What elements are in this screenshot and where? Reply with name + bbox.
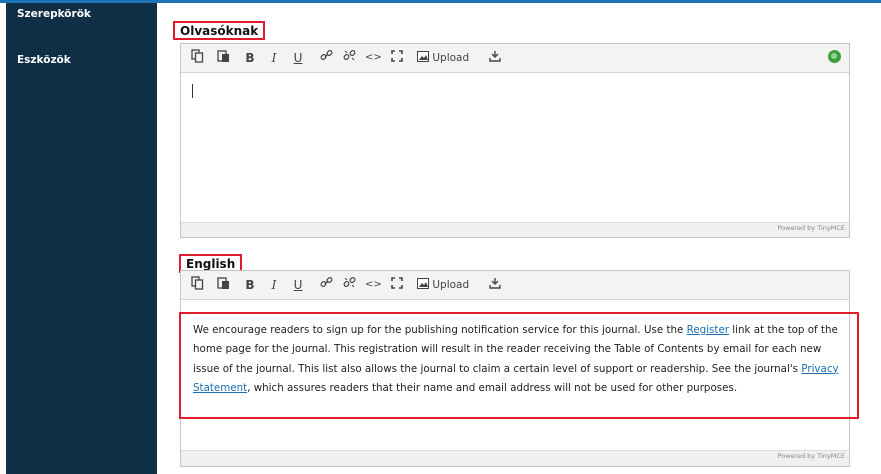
editor-content-area[interactable] xyxy=(181,73,849,222)
italic-button[interactable]: I xyxy=(267,276,281,294)
editor-statusbar: Powered by TinyMCE xyxy=(181,222,849,237)
main-content: Olvasóknak B I U <> Upload Powered by Ti… xyxy=(171,3,881,474)
paste-icon[interactable] xyxy=(215,49,231,67)
sidebar-item-roles[interactable]: Szerepkörök xyxy=(17,8,91,20)
download-icon[interactable] xyxy=(487,276,503,294)
bold-button[interactable]: B xyxy=(243,276,257,294)
editor-text-highlighted: We encourage readers to sign up for the … xyxy=(179,312,859,419)
content-text-3: , which assures readers that their name … xyxy=(247,381,738,394)
source-code-button[interactable]: <> xyxy=(365,49,382,67)
link-icon[interactable] xyxy=(318,276,334,294)
status-ok-icon xyxy=(828,50,841,63)
underline-button[interactable]: U xyxy=(291,49,305,67)
download-icon[interactable] xyxy=(487,49,503,67)
upload-button[interactable]: Upload xyxy=(417,276,479,294)
copy-icon[interactable] xyxy=(189,49,205,67)
italic-button[interactable]: I xyxy=(267,49,281,67)
link-icon[interactable] xyxy=(318,49,334,67)
bold-button[interactable]: B xyxy=(243,49,257,67)
underline-button[interactable]: U xyxy=(291,276,305,294)
register-link[interactable]: Register xyxy=(687,324,729,336)
copy-icon[interactable] xyxy=(189,276,205,294)
editor-content-area[interactable]: We encourage readers to sign up for the … xyxy=(179,300,859,450)
text-cursor xyxy=(192,84,193,98)
paste-icon[interactable] xyxy=(215,276,231,294)
sidebar-item-tools[interactable]: Eszközök xyxy=(17,54,71,66)
editor-toolbar: B I U <> Upload xyxy=(181,271,849,300)
rich-text-editor-2: B I U <> Upload We encourage readers to … xyxy=(179,270,859,467)
upload-label: Upload xyxy=(432,52,470,64)
language-label-olvasoknak: Olvasóknak xyxy=(173,21,266,40)
fullscreen-icon[interactable] xyxy=(389,276,405,294)
editor-toolbar: B I U <> Upload xyxy=(181,44,849,73)
fullscreen-icon[interactable] xyxy=(389,49,405,67)
powered-by-label: Powered by TinyMCE xyxy=(777,224,845,232)
rich-text-editor-1: B I U <> Upload Powered by TinyMCE xyxy=(180,43,850,238)
powered-by-label: Powered by TinyMCE xyxy=(777,452,845,460)
unlink-icon[interactable] xyxy=(341,276,357,294)
upload-label: Upload xyxy=(432,279,470,291)
upload-button[interactable]: Upload xyxy=(417,49,479,67)
content-text-1: We encourage readers to sign up for the … xyxy=(193,324,687,336)
sidebar: Szerepkörök Eszközök xyxy=(6,3,157,474)
unlink-icon[interactable] xyxy=(341,49,357,67)
editor-statusbar: Powered by TinyMCE xyxy=(181,450,849,465)
source-code-button[interactable]: <> xyxy=(365,276,382,294)
